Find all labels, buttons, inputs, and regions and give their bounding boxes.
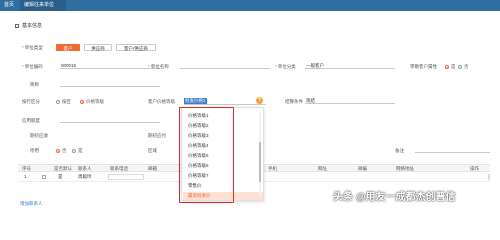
tab-home[interactable]: 首页 [0, 0, 20, 11]
remark-label: 备注 [395, 148, 404, 153]
unit-type-label: 单位类型 [22, 44, 43, 51]
retail-yes-radio[interactable] [445, 65, 449, 69]
scrollbar-thumb[interactable] [259, 142, 261, 182]
disabled-no-text: 否 [62, 148, 67, 153]
watermark: 头条 @用友一成都杰创普信 [333, 192, 456, 203]
tab-bar: 首页 编辑往来单位 [0, 0, 500, 11]
price-level-value: 批发价格2 [184, 98, 207, 104]
credit-limit-label: 信用额度 [22, 118, 40, 123]
region-label: 区域 [148, 148, 157, 153]
row-op[interactable] [488, 174, 490, 180]
highlight-box [179, 107, 234, 203]
settlement-select[interactable]: 现结 [305, 98, 395, 104]
disabled-label: 停用 [30, 148, 39, 153]
type-both-button[interactable]: 客户/供应商 [116, 44, 156, 51]
retail-no-radio[interactable] [458, 65, 462, 69]
row-phone-input[interactable] [108, 174, 144, 180]
disabled-yes-text: 是 [78, 148, 83, 153]
unit-class-label: 单位分类 [275, 63, 296, 70]
unit-code-label: 单位编码 [22, 63, 43, 70]
retail-customer-label: 零散客户属性 [410, 64, 437, 69]
area-mode-price-radio[interactable] [80, 100, 84, 104]
unit-class-select[interactable]: 一般客户 [305, 63, 395, 69]
retail-no-text: 否 [464, 64, 469, 69]
collapse-icon[interactable] [15, 24, 19, 28]
area-mode-label: 按行区分 [22, 99, 40, 104]
row-index: 1 [24, 174, 27, 179]
row-default: 是 [58, 174, 63, 179]
row-contact[interactable]: 周聪玲 [78, 172, 92, 182]
opening-payable-label: 期初应付 [148, 133, 166, 138]
tab-edit-unit[interactable]: 编辑往来单位 [20, 0, 66, 11]
area-mode-price-text: 价格等级 [86, 99, 104, 104]
unit-code-input[interactable]: 000016 [60, 63, 160, 69]
area-mode-region-radio[interactable] [56, 100, 60, 104]
opening-receivable-label: 期初应收 [30, 133, 48, 138]
disabled-yes-radio[interactable] [72, 149, 76, 153]
section-title: 基本信息 [22, 23, 43, 29]
alias-input[interactable] [60, 81, 160, 87]
type-customer-button[interactable]: 客户 [56, 44, 80, 51]
dropdown-scrollbar[interactable] [259, 112, 261, 196]
retail-yes-text: 是 [451, 64, 456, 69]
settlement-label: 结算条件 [285, 99, 303, 104]
section-header[interactable]: 基本信息 [15, 22, 75, 30]
add-icon[interactable]: + [256, 97, 263, 104]
add-contact-button[interactable]: 增加联系人 [20, 201, 43, 207]
unit-name-label: 单位名称 [148, 63, 169, 70]
type-supplier-button[interactable]: 供应商 [84, 44, 112, 51]
remark-input[interactable] [415, 147, 490, 153]
disabled-no-radio[interactable] [56, 149, 60, 153]
price-level-label: 客户价格等级 [148, 99, 175, 104]
alias-label: 简称 [30, 82, 39, 87]
row-checkbox[interactable] [42, 175, 46, 179]
price-level-select[interactable]: 批发价格2 [184, 98, 266, 105]
credit-limit-input[interactable] [60, 117, 160, 123]
area-mode-region-text: 按区 [62, 99, 71, 104]
unit-name-input[interactable] [180, 63, 270, 69]
